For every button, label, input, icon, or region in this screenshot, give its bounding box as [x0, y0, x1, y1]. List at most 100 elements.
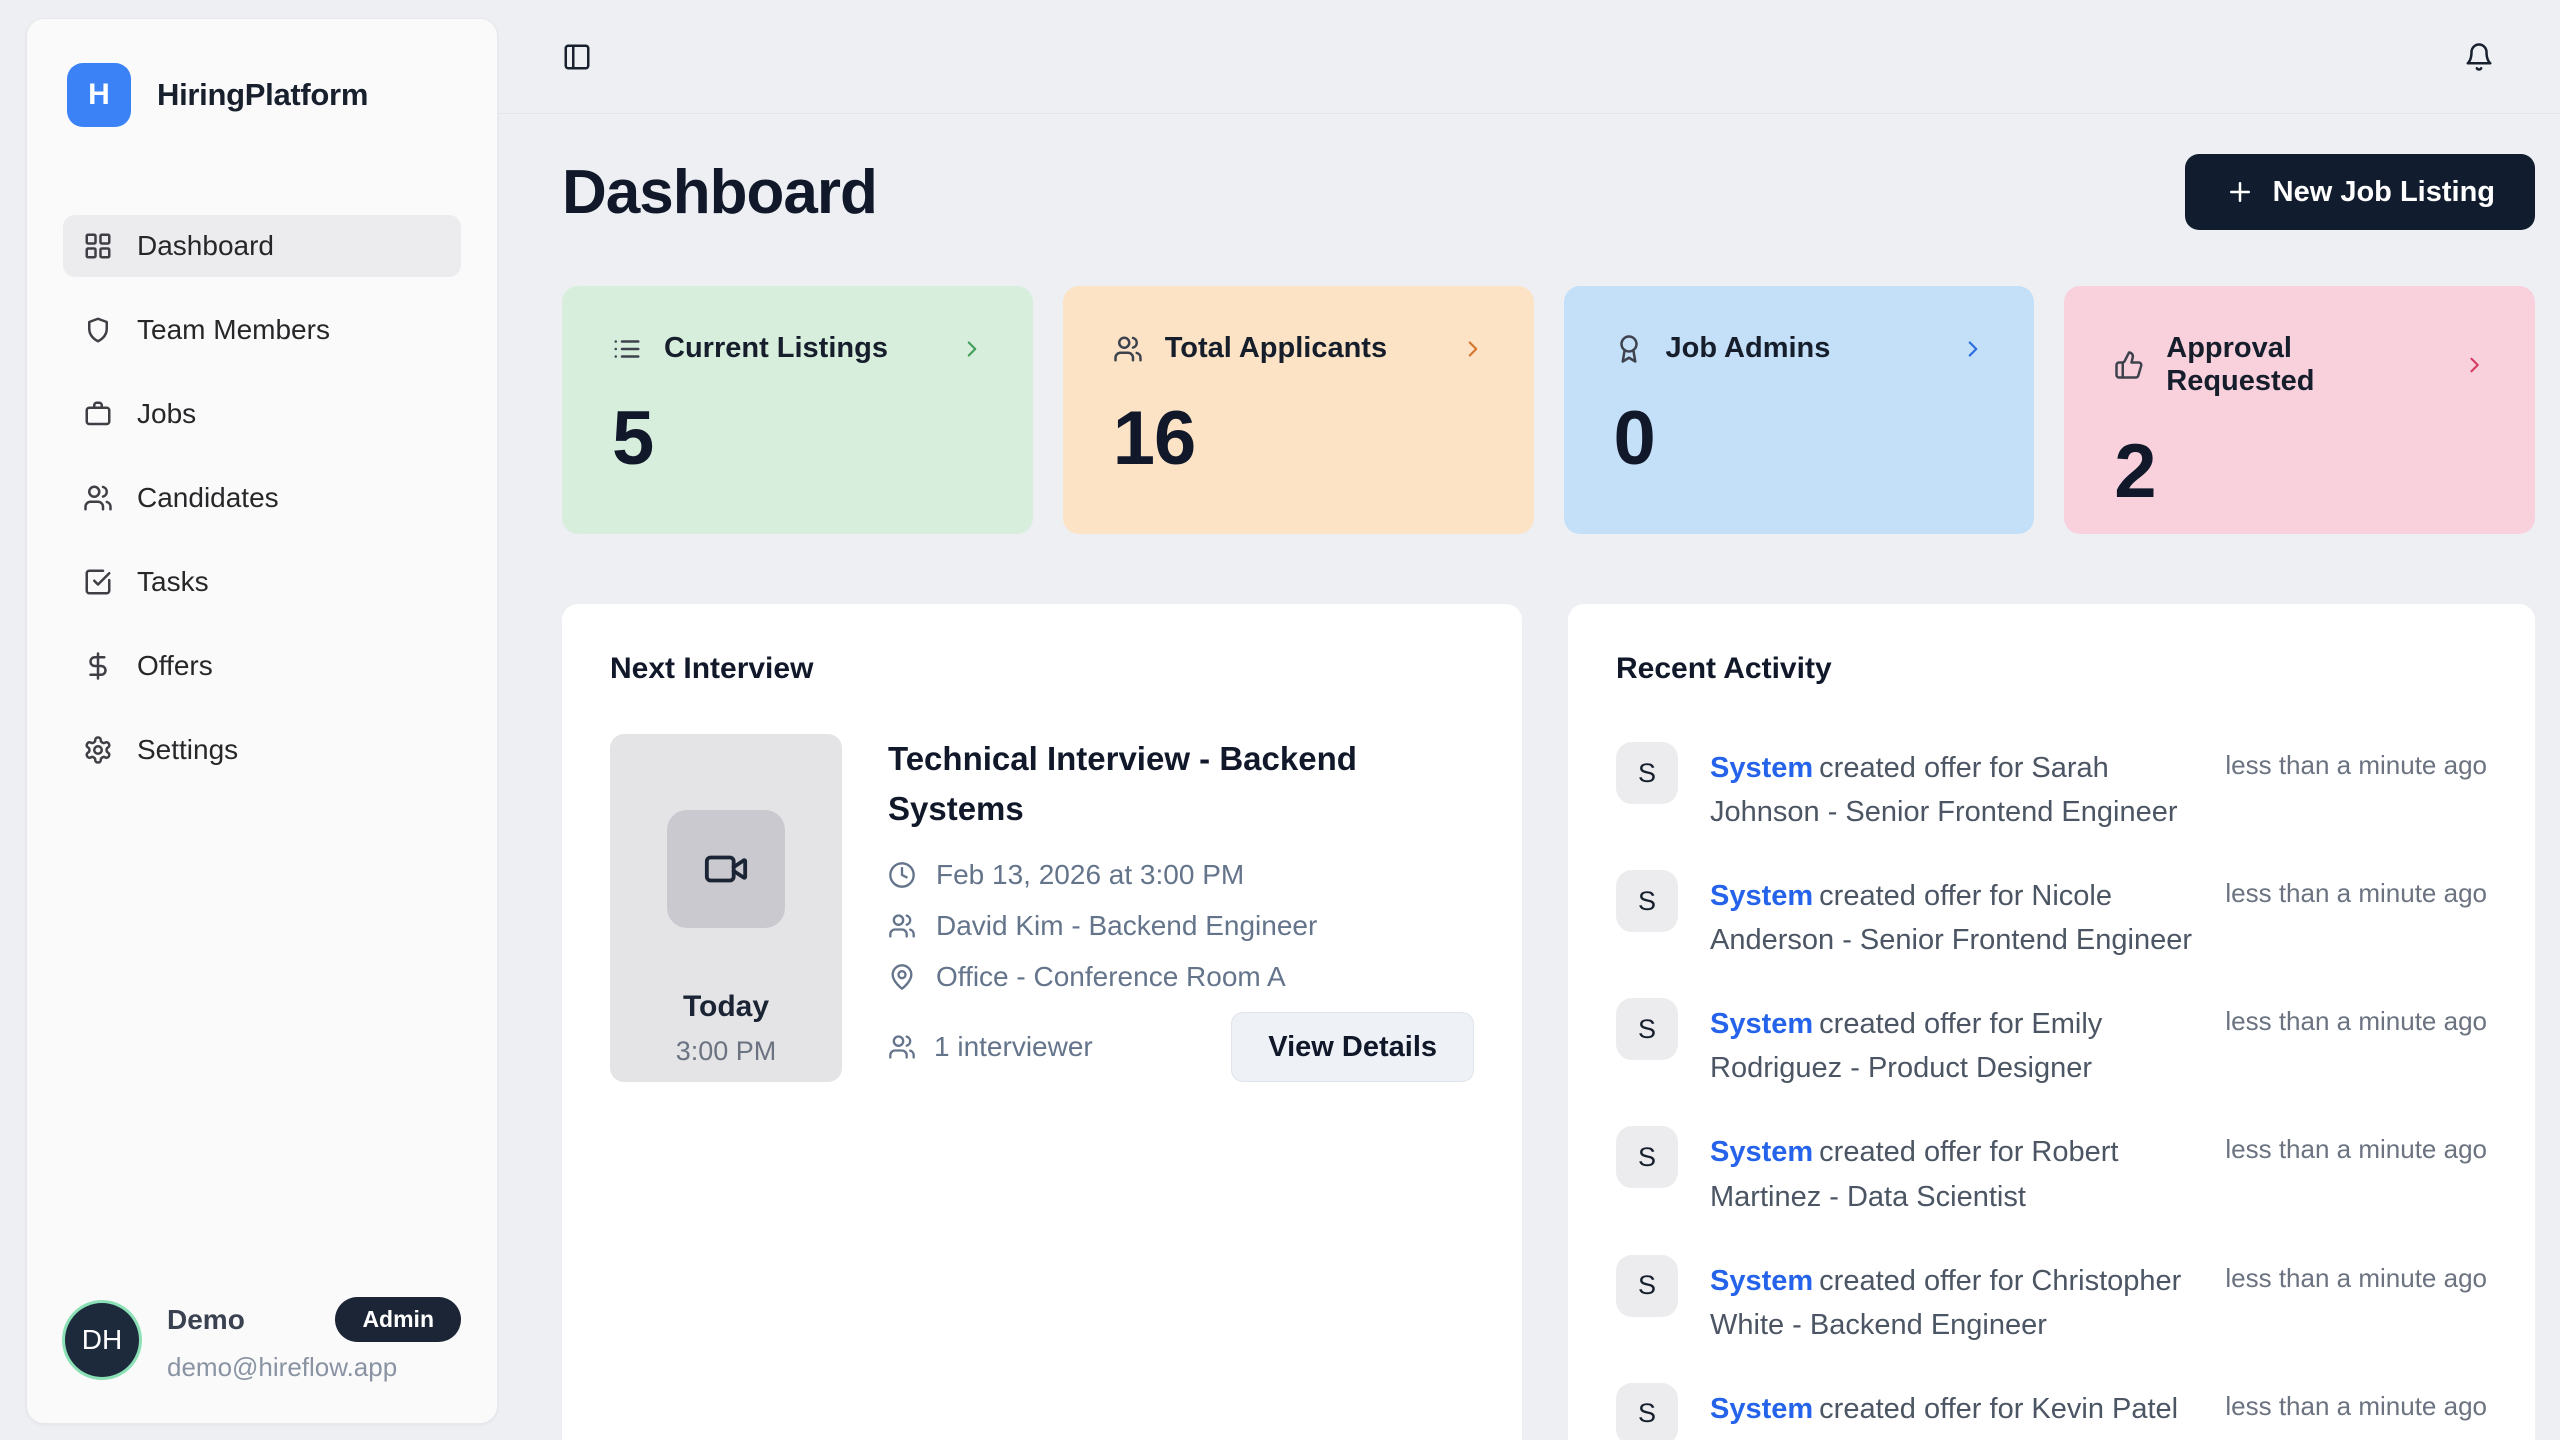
stat-card[interactable]: Current Listings 5 — [562, 286, 1033, 534]
award-icon — [1614, 334, 1644, 364]
activity-text: Systemcreated offer for Christopher Whit… — [1710, 1255, 2193, 1347]
activity-avatar: S — [1616, 742, 1678, 804]
activity-actor-link[interactable]: System — [1710, 752, 1813, 784]
next-interview-panel: Next Interview Today 3:00 PM Technical I… — [562, 604, 1522, 1440]
user-name: Demo — [167, 1304, 245, 1336]
video-icon-box — [667, 810, 785, 928]
activity-text: Systemcreated offer for Robert Martinez … — [1710, 1126, 2193, 1218]
stat-label: Job Admins — [1666, 332, 1831, 365]
activity-list: S Systemcreated offer for Sarah Johnson … — [1616, 742, 2487, 1440]
activity-timestamp: less than a minute ago — [2225, 1126, 2487, 1218]
sidebar-item-label: Candidates — [137, 482, 279, 514]
interviewer-count: 1 interviewer — [888, 1031, 1093, 1063]
sidebar-item-dashboard[interactable]: Dashboard — [63, 215, 461, 277]
gear-icon — [83, 735, 113, 765]
interview-candidate-row: David Kim - Backend Engineer — [888, 910, 1474, 942]
sidebar-item-settings[interactable]: Settings — [63, 719, 461, 781]
thumbs-up-icon — [2114, 350, 2144, 380]
map-pin-icon — [888, 963, 916, 991]
activity-avatar: S — [1616, 1126, 1678, 1188]
clock-icon — [888, 861, 916, 889]
sidebar-item-team-members[interactable]: Team Members — [63, 299, 461, 361]
brand: H HiringPlatform — [63, 63, 461, 127]
activity-actor-link[interactable]: System — [1710, 1265, 1813, 1297]
activity-item: S Systemcreated offer for Christopher Wh… — [1616, 1255, 2487, 1347]
stat-label: Approval Requested — [2166, 332, 2440, 398]
stat-card[interactable]: Approval Requested 2 — [2064, 286, 2535, 534]
sidebar-item-label: Dashboard — [137, 230, 274, 262]
sidebar-item-label: Settings — [137, 734, 238, 766]
interview-location-row: Office - Conference Room A — [888, 961, 1474, 993]
activity-avatar: S — [1616, 870, 1678, 932]
briefcase-icon — [83, 399, 113, 429]
interview-date-tile: Today 3:00 PM — [610, 734, 842, 1082]
stat-value: 5 — [612, 395, 985, 482]
activity-actor-link[interactable]: System — [1710, 1393, 1813, 1425]
interview-time: 3:00 PM — [676, 1036, 777, 1067]
list-icon — [612, 334, 642, 364]
sidebar-item-offers[interactable]: Offers — [63, 635, 461, 697]
avatar: DH — [65, 1303, 139, 1377]
dollar-icon — [83, 651, 113, 681]
stat-value: 0 — [1614, 395, 1987, 482]
sidebar-item-label: Tasks — [137, 566, 209, 598]
activity-item: S Systemcreated offer for Robert Martine… — [1616, 1126, 2487, 1218]
recent-activity-heading: Recent Activity — [1616, 652, 2487, 686]
sidebar-item-tasks[interactable]: Tasks — [63, 551, 461, 613]
sidebar-item-label: Offers — [137, 650, 213, 682]
new-job-listing-button[interactable]: New Job Listing — [2185, 154, 2535, 230]
sidebar-item-label: Jobs — [137, 398, 196, 430]
users-icon — [888, 912, 916, 940]
activity-actor-link[interactable]: System — [1710, 1008, 1813, 1040]
interview-datetime-row: Feb 13, 2026 at 3:00 PM — [888, 859, 1474, 891]
view-details-button[interactable]: View Details — [1231, 1012, 1474, 1082]
role-badge: Admin — [335, 1297, 461, 1342]
chevron-right-icon — [959, 336, 985, 362]
stat-value: 2 — [2114, 428, 2487, 515]
stat-label: Total Applicants — [1165, 332, 1387, 365]
activity-avatar: S — [1616, 1255, 1678, 1317]
stat-cards: Current Listings 5 Total Applicants 16 — [562, 286, 2535, 534]
activity-item: S Systemcreated offer for Nicole Anderso… — [1616, 870, 2487, 962]
activity-timestamp: less than a minute ago — [2225, 742, 2487, 834]
activity-avatar: S — [1616, 1383, 1678, 1440]
users-icon — [83, 483, 113, 513]
bell-icon[interactable] — [2464, 42, 2494, 72]
new-job-listing-label: New Job Listing — [2273, 176, 2495, 209]
activity-text: Systemcreated offer for Nicole Anderson … — [1710, 870, 2193, 962]
sidebar-spacer — [63, 803, 461, 1297]
sidebar-item-label: Team Members — [137, 314, 330, 346]
activity-timestamp: less than a minute ago — [2225, 1383, 2487, 1440]
activity-actor-link[interactable]: System — [1710, 880, 1813, 912]
next-interview-heading: Next Interview — [610, 652, 1474, 686]
dashboard-icon — [83, 231, 113, 261]
brand-logo: H — [67, 63, 131, 127]
activity-text: Systemcreated offer for Kevin Patel - Da… — [1710, 1383, 2193, 1440]
stat-label: Current Listings — [664, 332, 888, 365]
sidebar-item-candidates[interactable]: Candidates — [63, 467, 461, 529]
stat-card[interactable]: Job Admins 0 — [1564, 286, 2035, 534]
interview-datetime: Feb 13, 2026 at 3:00 PM — [936, 859, 1244, 891]
activity-avatar: S — [1616, 998, 1678, 1060]
activity-item: S Systemcreated offer for Sarah Johnson … — [1616, 742, 2487, 834]
dashboard-content: Dashboard New Job Listing Current Listin… — [498, 114, 2560, 1440]
user-profile[interactable]: DH Demo Admin demo@hireflow.app — [63, 1297, 461, 1383]
stat-card[interactable]: Total Applicants 16 — [1063, 286, 1534, 534]
interview-day: Today — [683, 990, 769, 1024]
activity-item: S Systemcreated offer for Emily Rodrigue… — [1616, 998, 2487, 1090]
sidebar: H HiringPlatform Dashboard Team Members … — [26, 18, 498, 1424]
interview-candidate: David Kim - Backend Engineer — [936, 910, 1317, 942]
check-square-icon — [83, 567, 113, 597]
activity-actor-link[interactable]: System — [1710, 1136, 1813, 1168]
users-icon — [888, 1033, 916, 1061]
plus-icon — [2225, 177, 2255, 207]
shield-icon — [83, 315, 113, 345]
sidebar-toggle-icon[interactable] — [562, 42, 592, 72]
topbar — [498, 0, 2560, 114]
activity-text: Systemcreated offer for Emily Rodriguez … — [1710, 998, 2193, 1090]
sidebar-item-jobs[interactable]: Jobs — [63, 383, 461, 445]
user-email: demo@hireflow.app — [167, 1352, 461, 1383]
activity-timestamp: less than a minute ago — [2225, 998, 2487, 1090]
activity-timestamp: less than a minute ago — [2225, 870, 2487, 962]
interview-details: Technical Interview - Backend Systems Fe… — [888, 734, 1474, 1082]
